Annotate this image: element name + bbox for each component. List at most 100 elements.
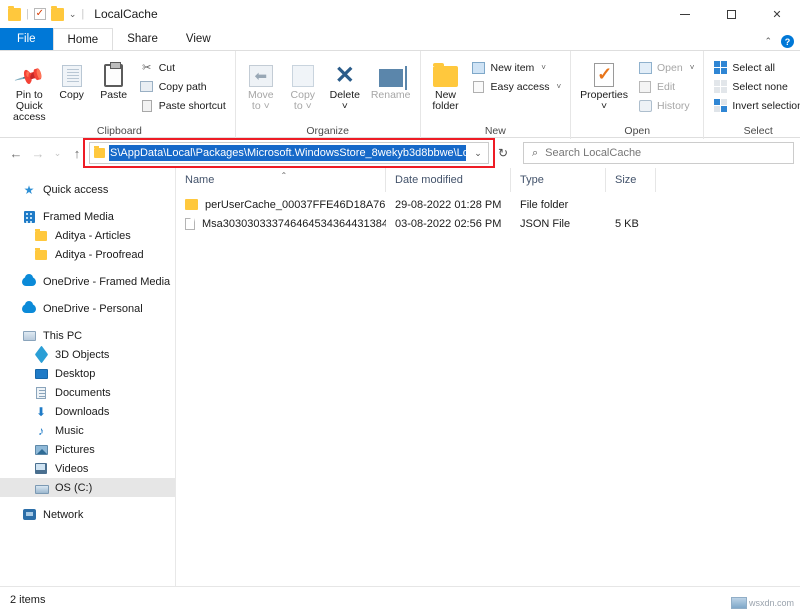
copy-button[interactable]: Copy: [52, 55, 92, 103]
tab-home[interactable]: Home: [53, 28, 114, 50]
sidebar-item-framed-media[interactable]: Framed Media: [0, 207, 175, 226]
sidebar-label: OneDrive - Framed Media: [43, 276, 170, 288]
ribbon-group-new: New folder New item ˅ Easy access ˅: [420, 51, 571, 139]
folder-icon: [34, 229, 48, 243]
file-type-cell: JSON File: [511, 218, 606, 230]
table-row[interactable]: Msa30303033374646453436443138413 7... 03…: [176, 214, 800, 233]
column-header-size-label: Size: [615, 174, 636, 186]
star-icon: ★: [22, 183, 36, 197]
sidebar-item-aditya-proofread[interactable]: Aditya - Proofread: [0, 245, 175, 264]
forward-button[interactable]: →: [28, 142, 48, 164]
new-folder-button[interactable]: New folder: [426, 55, 466, 114]
properties-caret-icon[interactable]: ˅: [601, 101, 607, 112]
new-folder-qat-icon[interactable]: [51, 8, 64, 21]
quick-access-toolbar: | ✓ ⌄ |: [8, 8, 84, 21]
open-caret-icon[interactable]: ˅: [690, 63, 695, 72]
qat-dropdown-caret-icon[interactable]: ⌄: [69, 9, 77, 20]
move-to-button[interactable]: ⬅ Move to ˅: [241, 55, 281, 114]
paste-button[interactable]: Paste: [94, 55, 134, 103]
sidebar-item-pictures[interactable]: Pictures: [0, 440, 175, 459]
minimize-button[interactable]: [662, 0, 708, 28]
back-button[interactable]: ←: [6, 142, 26, 164]
sidebar-label: Documents: [55, 387, 111, 399]
search-box[interactable]: ⌕ Search LocalCache: [523, 142, 794, 164]
sort-ascending-icon: ⌃: [281, 171, 288, 180]
pictures-icon: [34, 443, 48, 457]
new-item-button[interactable]: New item ˅: [468, 59, 566, 76]
up-button[interactable]: ↑: [67, 142, 87, 164]
open-button[interactable]: Open ˅: [634, 59, 698, 76]
history-button[interactable]: History: [634, 97, 698, 114]
pin-label-line2: access: [13, 112, 46, 123]
paste-shortcut-button[interactable]: Paste shortcut: [136, 97, 230, 114]
tab-file[interactable]: File: [0, 28, 53, 50]
file-name-text: perUserCache_00037FFE46D18A76: [205, 199, 385, 211]
recent-locations-button[interactable]: ⌄: [50, 142, 65, 164]
collapse-ribbon-icon[interactable]: ⌃: [764, 36, 772, 47]
group-label-organize: Organize: [241, 125, 415, 139]
sidebar-label: Music: [55, 425, 84, 437]
rename-button[interactable]: Rename: [367, 55, 415, 103]
delete-button[interactable]: ✕ Delete ˅: [325, 55, 365, 114]
music-icon: ♪: [34, 424, 48, 438]
file-name-cell[interactable]: Msa30303033374646453436443138413 7...: [176, 218, 386, 230]
help-icon[interactable]: ?: [781, 35, 794, 48]
address-path-text[interactable]: S\AppData\Local\Packages\Microsoft.Windo…: [109, 145, 466, 161]
easy-access-caret-icon[interactable]: ˅: [556, 82, 561, 91]
column-header-size[interactable]: Size: [606, 168, 656, 192]
sidebar-item-aditya-articles[interactable]: Aditya - Articles: [0, 226, 175, 245]
open-label: Open: [657, 62, 683, 74]
pin-to-quick-access-button[interactable]: 📌 Pin to Quick access: [9, 55, 50, 125]
address-bar[interactable]: S\AppData\Local\Packages\Microsoft.Windo…: [89, 142, 489, 164]
watermark: wsxdn.com: [731, 597, 794, 609]
minimize-icon: [680, 14, 690, 15]
sidebar-item-downloads[interactable]: ⬇ Downloads: [0, 402, 175, 421]
new-item-caret-icon[interactable]: ˅: [541, 63, 546, 72]
search-input[interactable]: Search LocalCache: [545, 147, 641, 159]
select-none-button[interactable]: Select none: [709, 78, 800, 95]
sidebar-item-onedrive-framed-media[interactable]: OneDrive - Framed Media: [0, 272, 175, 291]
sidebar-item-this-pc[interactable]: This PC: [0, 326, 175, 345]
invert-selection-icon: [713, 99, 727, 113]
sidebar-label: 3D Objects: [55, 349, 109, 361]
file-list: perUserCache_00037FFE46D18A76 29-08-2022…: [176, 192, 800, 586]
sidebar-item-music[interactable]: ♪ Music: [0, 421, 175, 440]
properties-check-icon[interactable]: ✓: [34, 8, 46, 20]
new-folder-label-line2: folder: [432, 101, 458, 112]
sidebar-item-os-c[interactable]: OS (C:): [0, 478, 175, 497]
tab-view[interactable]: View: [172, 28, 225, 50]
sidebar-item-3d-objects[interactable]: 3D Objects: [0, 345, 175, 364]
sidebar-item-videos[interactable]: Videos: [0, 459, 175, 478]
file-name-cell[interactable]: perUserCache_00037FFE46D18A76: [176, 199, 386, 211]
copy-to-button[interactable]: Copy to ˅: [283, 55, 323, 114]
explorer-body: ★ Quick access Framed Media Aditya - Art…: [0, 168, 800, 586]
column-header-date-modified[interactable]: Date modified: [386, 168, 511, 192]
tab-share[interactable]: Share: [113, 28, 172, 50]
invert-selection-button[interactable]: Invert selection: [709, 97, 800, 114]
easy-access-button[interactable]: Easy access ˅: [468, 78, 566, 95]
move-to-icon: ⬅: [249, 57, 273, 87]
sidebar-item-quick-access[interactable]: ★ Quick access: [0, 180, 175, 199]
column-header-name[interactable]: Name ⌃: [176, 168, 386, 192]
sidebar-item-onedrive-personal[interactable]: OneDrive - Personal: [0, 299, 175, 318]
edit-button[interactable]: Edit: [634, 78, 698, 95]
sidebar-item-network[interactable]: Network: [0, 505, 175, 524]
scissors-icon: ✂: [140, 61, 154, 75]
cut-button[interactable]: ✂ Cut: [136, 59, 230, 76]
ribbon-tab-strip: File Home Share View ⌃ ?: [0, 28, 800, 50]
close-button[interactable]: ✕: [754, 0, 800, 28]
maximize-button[interactable]: [708, 0, 754, 28]
column-header-type[interactable]: Type: [511, 168, 606, 192]
sidebar-item-documents[interactable]: Documents: [0, 383, 175, 402]
edit-label: Edit: [657, 81, 675, 93]
pin-icon: 📌: [17, 57, 42, 87]
refresh-button[interactable]: ↻: [491, 142, 515, 164]
copy-path-button[interactable]: Copy path: [136, 78, 230, 95]
select-all-button[interactable]: Select all: [709, 59, 800, 76]
sidebar-item-desktop[interactable]: Desktop: [0, 364, 175, 383]
properties-button[interactable]: Properties ˅: [576, 55, 632, 114]
delete-caret-icon[interactable]: ˅: [342, 101, 348, 112]
address-dropdown-icon[interactable]: ⌄: [470, 148, 486, 159]
ribbon-tab-right-controls: ⌃ ?: [764, 35, 794, 48]
table-row[interactable]: perUserCache_00037FFE46D18A76 29-08-2022…: [176, 195, 800, 214]
